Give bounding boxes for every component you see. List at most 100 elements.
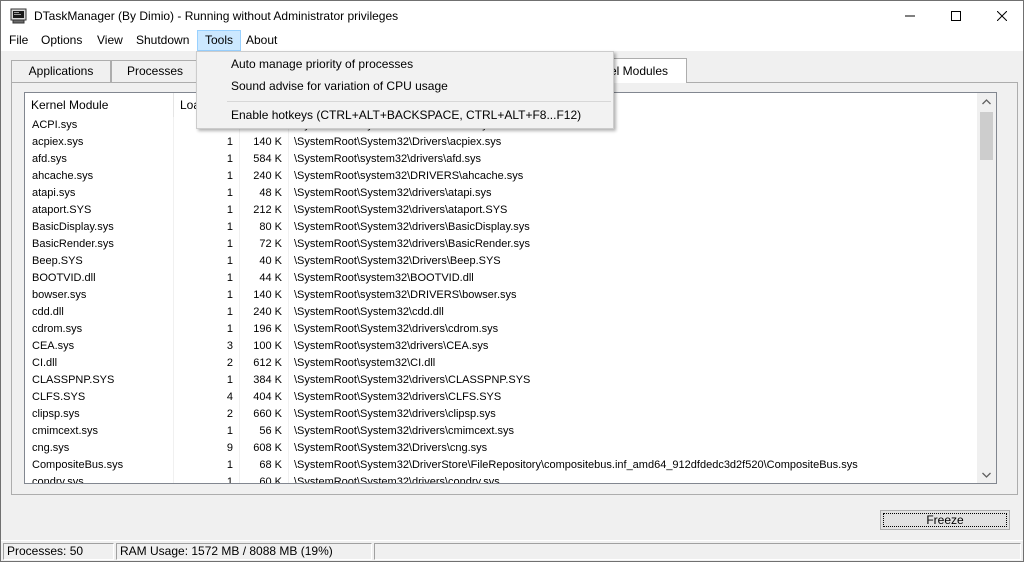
module-path-cell: \SystemRoot\System32\drivers\BasicDispla… — [294, 221, 530, 233]
table-row[interactable]: CI.dll 2 612 K \SystemRoot\system32\CI.dll — [25, 355, 977, 372]
table-row[interactable]: BasicRender.sys 1 72 K \SystemRoot\System32… — [25, 236, 977, 253]
menu-item-sound-advise[interactable]: Sound advise for variation of CPU usage — [231, 76, 448, 96]
table-row[interactable]: acpiex.sys 1 140 K \SystemRoot\System32\Dri… — [25, 134, 977, 151]
module-path-cell: \SystemRoot\System32\drivers\atapi.sys — [294, 187, 492, 199]
menu-item-enable-hotkeys[interactable]: Enable hotkeys (CTRL+ALT+BACKSPACE, CTRL… — [231, 105, 581, 125]
module-path-cell: \SystemRoot\System32\drivers\ataport.SYS — [294, 204, 508, 216]
module-size-cell: 56 K — [240, 423, 289, 440]
status-bar: Processes: 50 RAM Usage: 1572 MB / 8088 … — [1, 540, 1023, 561]
menu-options[interactable]: Options — [34, 30, 89, 51]
scroll-down-button[interactable] — [977, 466, 996, 483]
table-row[interactable]: ahcache.sys 1 240 K \SystemRoot\system32\DR… — [25, 168, 977, 185]
table-row[interactable]: ataport.SYS 1 212 K \SystemRoot\System32\dr… — [25, 202, 977, 219]
module-name-cell: cmimcext.sys — [25, 423, 174, 440]
freeze-button[interactable]: Freeze — [880, 510, 1010, 530]
module-size-cell: 140 K — [240, 287, 289, 304]
loaded-count-cell: 1 — [174, 253, 240, 270]
module-size-cell: 608 K — [240, 440, 289, 457]
table-row[interactable]: Beep.SYS 1 40 K \SystemRoot\System32\Driver… — [25, 253, 977, 270]
table-row[interactable]: condrv.sys 1 60 K \SystemRoot\System32\driv… — [25, 474, 977, 483]
app-icon — [10, 8, 27, 24]
list-body: ACPI.sys\SystemRoot\System32\drivers\ACP… — [25, 117, 977, 483]
module-name-cell: cng.sys — [25, 440, 174, 457]
module-size-cell: 40 K — [240, 253, 289, 270]
column-header-kernel-module[interactable]: Kernel Module — [25, 93, 174, 117]
menu-separator — [227, 101, 611, 102]
module-name-cell: Beep.SYS — [25, 253, 174, 270]
menu-tools[interactable]: Tools — [197, 30, 242, 51]
module-path-cell: \SystemRoot\System32\Drivers\acpiex.sys — [294, 136, 502, 148]
close-button[interactable] — [979, 1, 1024, 31]
module-size-cell: 240 K — [240, 304, 289, 321]
table-row[interactable]: cdrom.sys 1 196 K \SystemRoot\System32\driv… — [25, 321, 977, 338]
table-row[interactable]: CEA.sys 3 100 K \SystemRoot\system32\driver… — [25, 338, 977, 355]
module-name-cell: CompositeBus.sys — [25, 457, 174, 474]
loaded-count-cell: 1 — [174, 134, 240, 151]
maximize-button[interactable] — [933, 1, 979, 31]
scroll-up-button[interactable] — [977, 93, 996, 110]
module-path-cell: \SystemRoot\System32\drivers\BasicRender… — [294, 238, 530, 250]
module-name-cell: CI.dll — [25, 355, 174, 372]
loaded-count-cell: 1 — [174, 287, 240, 304]
module-path-cell: \SystemRoot\System32\drivers\CLFS.SYS — [294, 391, 502, 403]
table-row[interactable]: afd.sys 1 584 K \SystemRoot\system32\driver… — [25, 151, 977, 168]
module-name-cell: CEA.sys — [25, 338, 174, 355]
loaded-count-cell: 1 — [174, 168, 240, 185]
menu-file[interactable]: File — [2, 30, 35, 51]
module-size-cell: 404 K — [240, 389, 289, 406]
table-row[interactable]: BOOTVID.dll 1 44 K \SystemRoot\system32\BOO… — [25, 270, 977, 287]
menu-view[interactable]: View — [90, 30, 130, 51]
table-row[interactable]: CLFS.SYS 4 404 K \SystemRoot\System32\drive… — [25, 389, 977, 406]
module-size-cell: 60 K — [240, 474, 289, 483]
table-row[interactable]: cmimcext.sys 1 56 K \SystemRoot\System32\dr… — [25, 423, 977, 440]
status-processes: Processes: 50 — [3, 543, 114, 560]
table-row[interactable]: bowser.sys 1 140 K \SystemRoot\system32\DRI… — [25, 287, 977, 304]
module-name-cell: atapi.sys — [25, 185, 174, 202]
table-row[interactable]: CLASSPNP.SYS 1 384 K \SystemRoot\System32\d… — [25, 372, 977, 389]
loaded-count-cell: 1 — [174, 321, 240, 338]
minimize-button[interactable] — [887, 1, 933, 31]
loaded-count-cell: 1 — [174, 474, 240, 483]
module-size-cell: 48 K — [240, 185, 289, 202]
module-path-cell: \SystemRoot\System32\Drivers\cng.sys — [294, 442, 488, 454]
loaded-count-cell: 1 — [174, 202, 240, 219]
module-size-cell: 68 K — [240, 457, 289, 474]
module-name-cell: ahcache.sys — [25, 168, 174, 185]
table-row[interactable]: atapi.sys 1 48 K \SystemRoot\System32\drive… — [25, 185, 977, 202]
module-name-cell: ACPI.sys — [25, 117, 174, 134]
table-row[interactable]: CompositeBus.sys 1 68 K \SystemRoot\System3… — [25, 457, 977, 474]
menu-about[interactable]: About — [239, 30, 284, 51]
module-size-cell: 240 K — [240, 168, 289, 185]
module-path-cell: \SystemRoot\System32\drivers\cmimcext.sy… — [294, 425, 515, 437]
table-row[interactable]: clipsp.sys 2 660 K \SystemRoot\System32\dri… — [25, 406, 977, 423]
module-path-cell: \SystemRoot\System32\drivers\cdrom.sys — [294, 323, 499, 335]
module-size-cell: 196 K — [240, 321, 289, 338]
kernel-modules-list[interactable]: Kernel Module Loa ACPI.sys\SystemRoot\Sy… — [24, 92, 997, 484]
menu-item-auto-manage-priority[interactable]: Auto manage priority of processes — [231, 54, 413, 74]
table-row[interactable]: cdd.dll 1 240 K \SystemRoot\System32\cdd.dl… — [25, 304, 977, 321]
module-name-cell: condrv.sys — [25, 474, 174, 483]
status-extra — [374, 543, 1021, 560]
module-name-cell: acpiex.sys — [25, 134, 174, 151]
menu-shutdown[interactable]: Shutdown — [129, 30, 196, 51]
chevron-down-icon — [982, 472, 991, 478]
title-bar[interactable]: DTaskManager (By Dimio) - Running withou… — [0, 0, 1024, 31]
loaded-count-cell: 1 — [174, 270, 240, 287]
tab-processes[interactable]: Processes — [111, 60, 199, 82]
loaded-count-cell: 1 — [174, 185, 240, 202]
module-name-cell: CLFS.SYS — [25, 389, 174, 406]
table-row[interactable]: cng.sys 9 608 K \SystemRoot\System32\Driver… — [25, 440, 977, 457]
module-path-cell: \SystemRoot\system32\DRIVERS\bowser.sys — [294, 289, 517, 301]
module-name-cell: afd.sys — [25, 151, 174, 168]
module-size-cell: 100 K — [240, 338, 289, 355]
tools-menu: Auto manage priority of processes Sound … — [196, 51, 614, 129]
vertical-scrollbar[interactable] — [977, 93, 996, 483]
scroll-thumb[interactable] — [980, 112, 993, 160]
table-row[interactable]: BasicDisplay.sys 1 80 K \SystemRoot\System3… — [25, 219, 977, 236]
maximize-icon — [951, 11, 961, 21]
module-size-cell: 140 K — [240, 134, 289, 151]
tab-applications[interactable]: Applications — [11, 60, 111, 82]
module-size-cell: 212 K — [240, 202, 289, 219]
status-ram-usage: RAM Usage: 1572 MB / 8088 MB (19%) — [116, 543, 372, 560]
close-icon — [997, 11, 1007, 21]
